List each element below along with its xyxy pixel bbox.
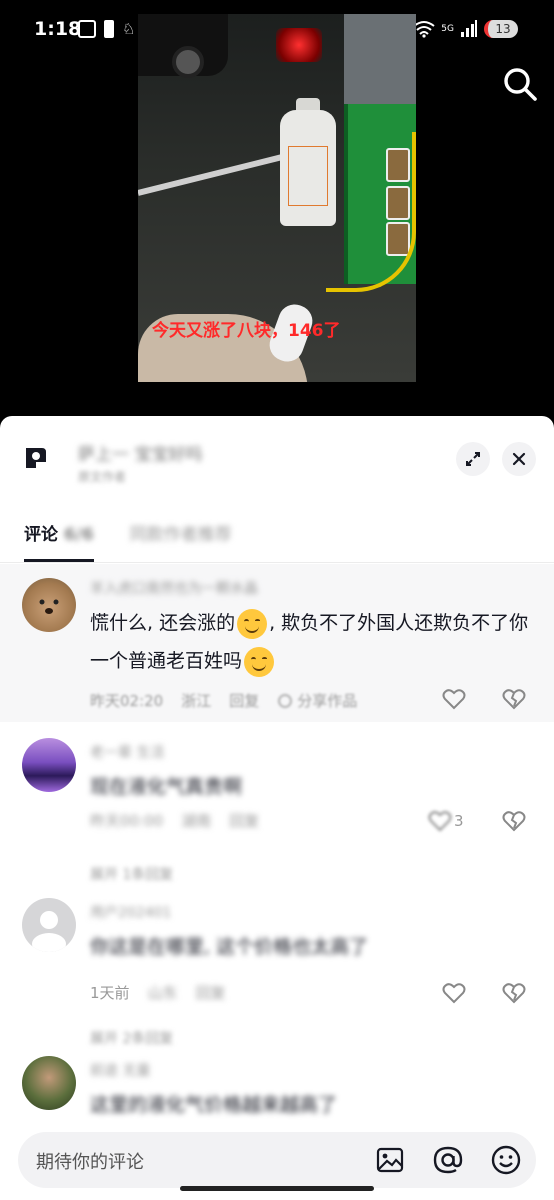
comment-text: 慌什么, 还会涨的, 欺负不了外国人还欺负不了你一个普通老百姓吗 [90,604,534,680]
image-icon[interactable] [374,1144,406,1176]
gas-hose [326,132,416,292]
smile-emoji-icon [237,608,268,639]
comment-text: 你这是在哪里, 这个价格也太高了 [90,936,369,958]
like-button[interactable] [442,980,468,1006]
gas-tank-label [288,146,328,206]
comment-item[interactable]: 老一辈 生活 现在液化气真贵啊 昨天00:00 湖南 回复 3 展开 1条回复 [0,734,554,894]
comment-actions: 3 [428,808,528,834]
tab-comments-label: 评论 [24,525,58,545]
comment-tabs: 评论 6/6 同款作者推荐 [24,520,232,562]
close-button[interactable] [502,442,536,476]
signal-icon [461,20,477,37]
comment-item[interactable]: 羊入虎口竟然也为一颗水晶 慌什么, 还会涨的, 欺负不了外国人还欺负不了你一个普… [0,564,554,722]
dislike-button[interactable] [502,686,528,712]
comment-username[interactable]: 前途 无量 [90,1060,150,1080]
avatar[interactable] [22,578,76,632]
battery-indicator: 13 [484,20,518,38]
smile-emoji-icon [244,646,275,677]
tab-related-label: 同款作者推荐 [129,525,232,545]
broken-heart-icon [502,983,526,1004]
dislike-button[interactable] [502,980,528,1006]
sheet-header: 萨上一 宝宝好吗 原文作者 [0,416,554,506]
author-logo-icon[interactable] [22,444,50,472]
status-right-icons: 5G 13 [413,20,518,38]
video-caption: 今天又涨了八块，146了 [152,321,341,341]
tab-comments-count: 6/6 [63,525,94,545]
status-time: 1:18 [34,18,82,40]
comment-meta: 1天前 山东 回复 [90,982,226,1003]
tabs-divider [0,562,554,563]
stall-top [344,14,416,104]
comment-input-bar[interactable]: 期待你的评论 [18,1132,536,1188]
reply-button[interactable]: 回复 [229,810,259,831]
expand-replies[interactable]: 展开 1条回复 [90,864,173,884]
heart-icon [442,689,466,710]
broken-heart-icon [502,811,526,832]
screenshot-icon [78,20,96,38]
wifi-icon [413,21,435,38]
like-button[interactable]: 3 [428,808,468,834]
avatar[interactable] [22,898,76,952]
share-icon [278,693,293,708]
comment-username[interactable]: 羊入虎口竟然也为一颗水晶 [90,578,258,598]
alert-icon [104,20,114,38]
comment-item[interactable]: 前途 无量 这里的液化气价格越来越高了 [0,1054,554,1144]
comment-item[interactable]: 用户202401 你这是在哪里, 这个价格也太高了 1天前 山东 回复 展开 2… [0,896,554,1056]
comment-input-placeholder[interactable]: 期待你的评论 [36,1148,144,1174]
heart-icon [442,983,466,1004]
app-notification-icon: ♘ [122,20,136,38]
expand-icon [466,452,480,466]
author-subtitle: 原文作者 [78,470,127,484]
comment-actions [442,686,528,712]
share-work-button[interactable]: 分享作品 [277,690,357,711]
comment-actions [442,980,528,1006]
reply-button[interactable]: 回复 [196,982,226,1003]
car-wheel [172,46,204,78]
video-player[interactable]: 今天又涨了八块，146了 [138,14,416,382]
close-icon [512,452,526,466]
comment-username[interactable]: 老一辈 生活 [90,742,164,762]
like-count: 3 [454,812,464,830]
default-avatar-icon [32,911,66,952]
comment-text: 现在液化气真贵啊 [90,776,243,798]
heart-icon [428,811,452,832]
comment-location: 山东 [147,984,178,1002]
comment-username[interactable]: 用户202401 [90,902,171,922]
like-button[interactable] [442,686,468,712]
avatar[interactable] [22,1056,76,1110]
reply-button[interactable]: 回复 [229,690,259,711]
comment-location: 湖南 [181,812,212,830]
comment-text-part: 慌什么, 还会涨的 [90,612,236,634]
comment-sheet: 萨上一 宝宝好吗 原文作者 评论 6/6 同款作者推荐 羊入虎口竟然也为一颗水晶… [0,416,554,1200]
comment-text: 这里的液化气价格越来越高了 [90,1094,338,1116]
comment-meta: 昨天00:00 湖南 回复 [90,810,259,831]
tail-light [276,28,322,62]
comment-meta: 昨天02:20 浙江 回复 分享作品 [90,690,357,711]
dog-avatar-icon [39,599,59,614]
network-type: 5G [441,24,454,34]
comment-location: 浙江 [181,692,212,710]
broken-heart-icon [502,689,526,710]
emoji-icon[interactable] [490,1144,522,1176]
author-name[interactable]: 萨上一 宝宝好吗 [78,440,202,465]
expand-replies[interactable]: 展开 2条回复 [90,1028,173,1048]
tab-related[interactable]: 同款作者推荐 [130,520,232,560]
parking-line [138,153,285,196]
at-icon[interactable] [432,1144,464,1176]
search-icon[interactable] [500,64,540,104]
comment-time: 1天前 [90,984,130,1002]
dislike-button[interactable] [502,808,528,834]
expand-button[interactable] [456,442,490,476]
share-work-label: 分享作品 [297,692,358,710]
comment-time: 昨天02:20 [90,692,164,710]
home-indicator[interactable] [180,1186,374,1191]
avatar[interactable] [22,738,76,792]
tab-comments[interactable]: 评论 6/6 [24,520,94,562]
comment-time: 昨天00:00 [90,812,164,830]
